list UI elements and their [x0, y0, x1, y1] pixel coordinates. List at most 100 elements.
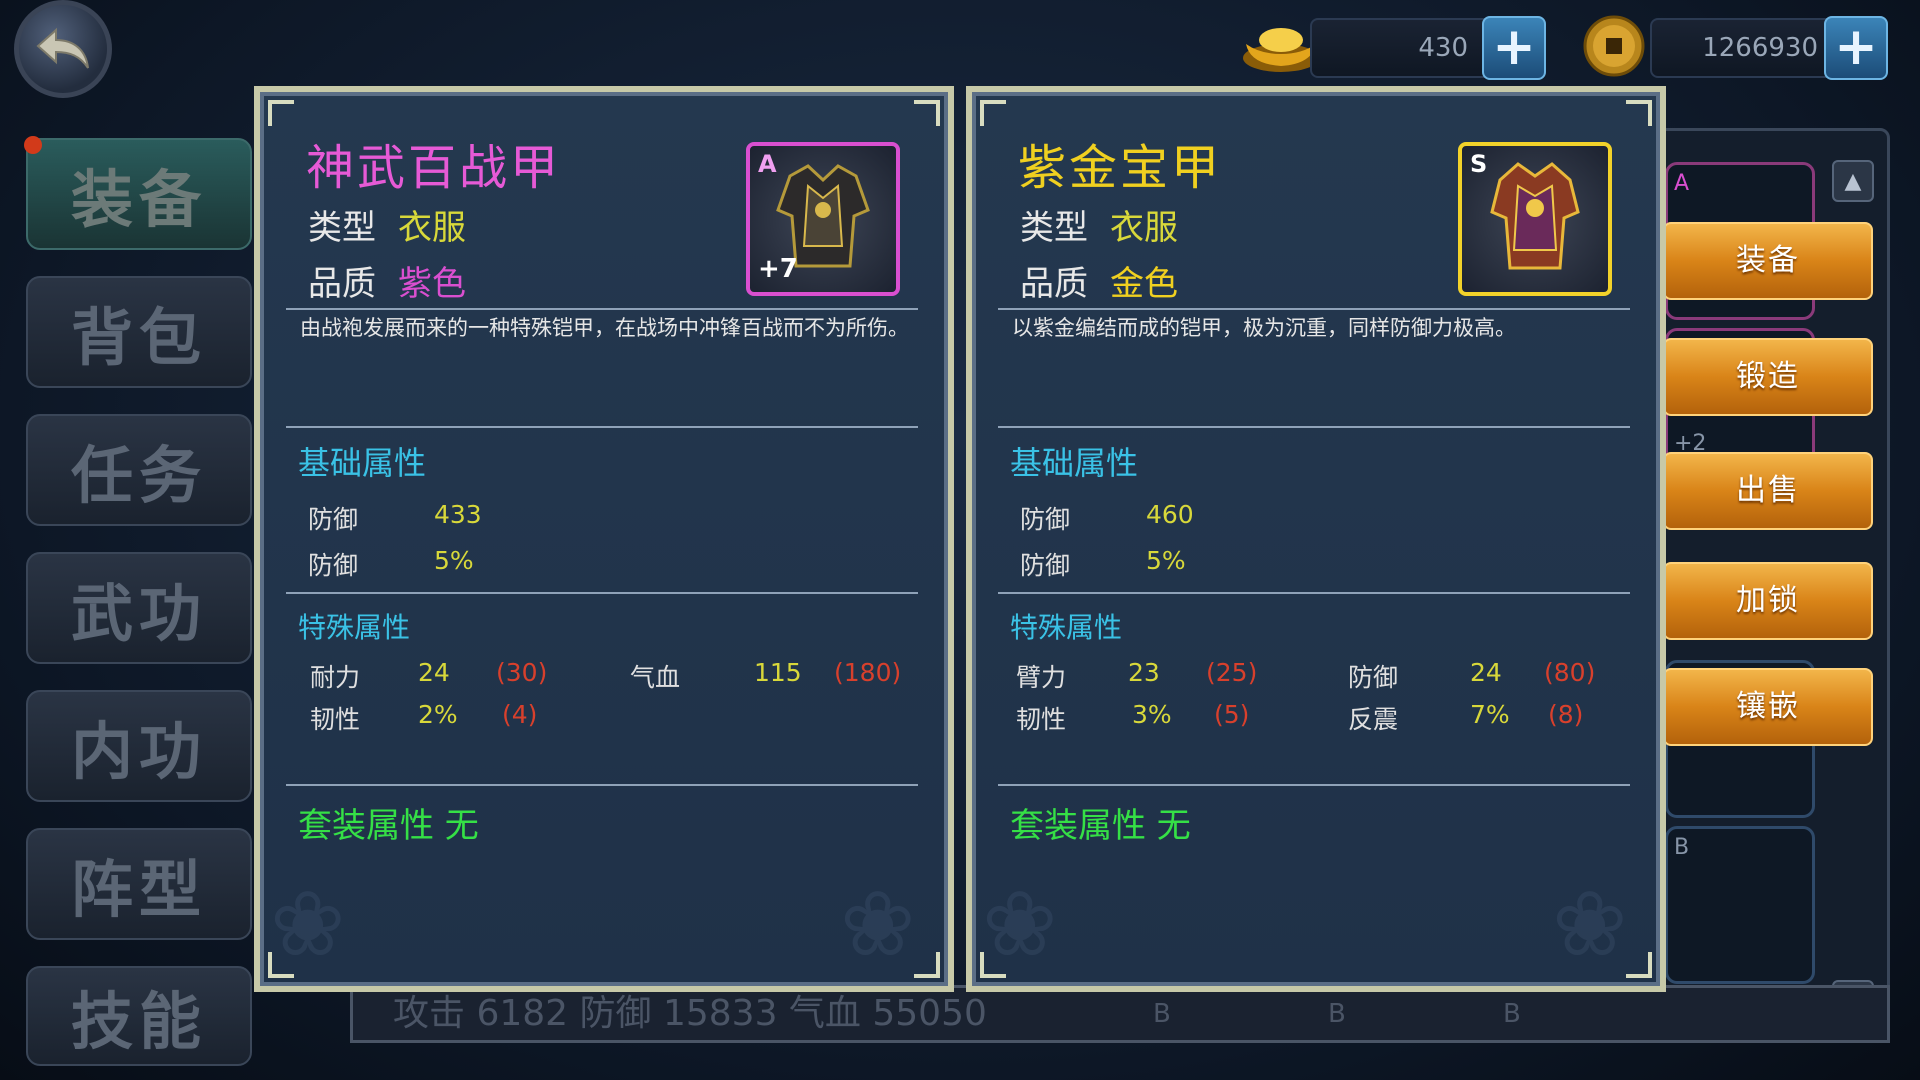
- frame-corner: [1626, 952, 1652, 978]
- stat-value: 3%: [1132, 700, 1172, 729]
- stat-max: (5): [1214, 700, 1250, 729]
- lock-button[interactable]: 加锁: [1663, 562, 1873, 640]
- stat-max: (25): [1206, 658, 1258, 687]
- divider: [286, 784, 918, 786]
- enhance-level: +7: [758, 254, 798, 284]
- frame-corner: [914, 952, 940, 978]
- bar-slot-grade: B: [1153, 999, 1171, 1029]
- add-gold-ingot-button[interactable]: +: [1482, 16, 1546, 80]
- stat-value: 5%: [1146, 546, 1186, 575]
- notification-dot: [24, 136, 42, 154]
- frame-corner: [914, 100, 940, 126]
- item-type-row: 类型 衣服: [1020, 200, 1178, 249]
- stat-value: 2%: [418, 700, 458, 729]
- stat-label: 防御: [1020, 551, 1071, 580]
- stat-label: 防御: [1020, 505, 1071, 534]
- stats-bar-text: 攻击 6182 防御 15833 气血 55050: [393, 993, 987, 1034]
- quality-label: 品质: [308, 264, 376, 304]
- quality-label: 品质: [1020, 264, 1088, 304]
- stat-label: 韧性: [1016, 705, 1067, 734]
- gold-ingot-amount: 430: [1418, 33, 1468, 63]
- equip-button[interactable]: 装备: [1663, 222, 1873, 300]
- tab-skill[interactable]: 技能: [26, 966, 252, 1066]
- set-attributes-title: 套装属性 无: [298, 806, 479, 846]
- cloud-ornament-icon: ❀: [1552, 872, 1628, 977]
- item-type-row: 类型 衣服: [308, 200, 466, 249]
- stat-value: 7%: [1470, 700, 1510, 729]
- divider: [998, 592, 1630, 594]
- item-description: 以紫金编结而成的铠甲，极为沉重，同样防御力极高。: [1012, 316, 1516, 340]
- stat-label: 耐力: [310, 663, 361, 692]
- stat-value: 460: [1146, 500, 1194, 529]
- cloud-ornament-icon: ❀: [840, 872, 916, 977]
- stat-value: 5%: [434, 546, 474, 575]
- set-attributes-title: 套装属性 无: [1010, 806, 1191, 846]
- stat-label: 防御: [308, 505, 359, 534]
- special-attributes-title: 特殊属性: [298, 611, 411, 644]
- item-detail-panel-equipped: ❀ ❀ 神武百战甲 类型 衣服 品质 紫色 A +7 由战袍发展而来的一种特殊铠甲，…: [254, 86, 954, 992]
- item-quality-row: 品质 金色: [1020, 256, 1178, 305]
- divider: [286, 426, 918, 428]
- stat-max: (80): [1544, 658, 1596, 687]
- copper-coin-icon: [1582, 14, 1646, 78]
- scroll-up-button[interactable]: ▲: [1832, 160, 1874, 202]
- add-coin-button[interactable]: +: [1824, 16, 1888, 80]
- stat-value: 24: [1470, 658, 1502, 687]
- base-attributes-title: 基础属性: [298, 444, 427, 482]
- divider: [286, 592, 918, 594]
- coin-amount: 1266930: [1702, 33, 1818, 63]
- stat-value: 24: [418, 658, 450, 687]
- item-icon-frame[interactable]: A +7: [746, 142, 900, 296]
- armor-icon: [1490, 162, 1580, 270]
- stat-label: 气血: [630, 663, 681, 692]
- tab-equipment[interactable]: 装备: [26, 138, 252, 250]
- item-detail-panel-compare: ❀ ❀ 紫金宝甲 类型 衣服 品质 金色 S 以紫金编结而成的铠甲，极为沉重，同样防…: [966, 86, 1666, 992]
- stat-value: 433: [434, 500, 482, 529]
- forge-button[interactable]: 锻造: [1663, 338, 1873, 416]
- back-button[interactable]: [14, 0, 112, 98]
- type-value: 衣服: [398, 208, 466, 248]
- stat-label: 韧性: [310, 705, 361, 734]
- stat-label: 臂力: [1016, 663, 1067, 692]
- divider: [286, 308, 918, 310]
- stat-label: 反震: [1348, 705, 1399, 734]
- sell-button[interactable]: 出售: [1663, 452, 1873, 530]
- tab-inner-skill[interactable]: 内功: [26, 690, 252, 802]
- stat-max: (30): [496, 658, 548, 687]
- bar-slot-grade: B: [1503, 999, 1521, 1029]
- divider: [998, 784, 1630, 786]
- type-value: 衣服: [1110, 208, 1178, 248]
- divider: [998, 426, 1630, 428]
- stat-max: (4): [502, 700, 538, 729]
- type-label: 类型: [308, 208, 376, 248]
- inventory-slot[interactable]: B: [1665, 826, 1815, 984]
- quality-value: 紫色: [398, 264, 466, 304]
- stat-value: 115: [754, 658, 802, 687]
- tab-quest[interactable]: 任务: [26, 414, 252, 526]
- frame-corner: [268, 100, 294, 126]
- inlay-button[interactable]: 镶嵌: [1663, 668, 1873, 746]
- item-name: 神武百战甲: [306, 140, 562, 196]
- tab-martial-arts[interactable]: 武功: [26, 552, 252, 664]
- stat-label: 防御: [1348, 663, 1399, 692]
- stat-label: 防御: [308, 551, 359, 580]
- tab-bag[interactable]: 背包: [26, 276, 252, 388]
- quality-value: 金色: [1110, 264, 1178, 304]
- bar-slot-grade: B: [1328, 999, 1346, 1029]
- tab-formation[interactable]: 阵型: [26, 828, 252, 940]
- stat-value: 23: [1128, 658, 1160, 687]
- coin-counter: 1266930: [1650, 18, 1842, 78]
- divider: [998, 308, 1630, 310]
- stat-max: (180): [834, 658, 902, 687]
- item-description: 由战袍发展而来的一种特殊铠甲，在战场中冲锋百战而不为所伤。: [300, 316, 909, 340]
- item-quality-row: 品质 紫色: [308, 256, 466, 305]
- item-icon-frame[interactable]: S: [1458, 142, 1612, 296]
- character-stats-bar: 攻击 6182 防御 15833 气血 55050 B B B: [350, 985, 1890, 1043]
- cloud-ornament-icon: ❀: [270, 872, 346, 977]
- slot-grade: B: [1674, 835, 1690, 860]
- frame-corner: [980, 100, 1006, 126]
- cloud-ornament-icon: ❀: [982, 872, 1058, 977]
- frame-corner: [1626, 100, 1652, 126]
- base-attributes-title: 基础属性: [1010, 444, 1139, 482]
- stat-max: (8): [1548, 700, 1584, 729]
